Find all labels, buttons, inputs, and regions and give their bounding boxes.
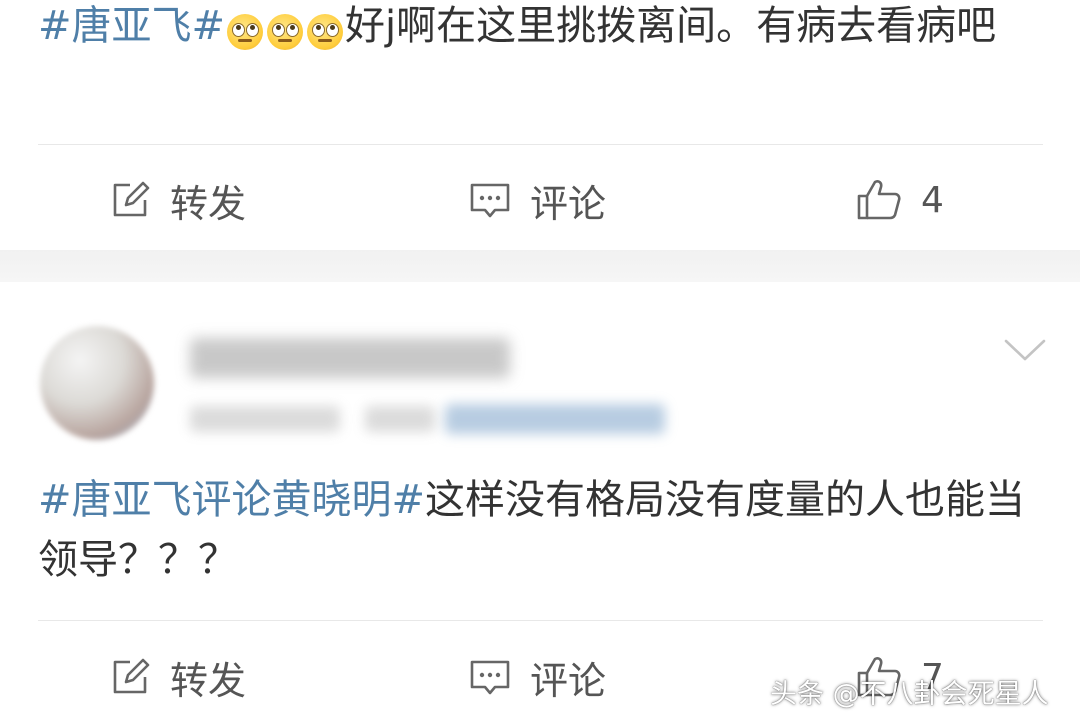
divider bbox=[38, 144, 1043, 145]
chevron-down-icon[interactable] bbox=[1003, 338, 1047, 364]
comment-label: 评论 bbox=[530, 658, 607, 703]
eye-roll-emoji-icon bbox=[227, 14, 264, 50]
watermark-text: 头条 @不八卦会死星人 bbox=[770, 679, 1049, 710]
comment-button[interactable]: 评论 bbox=[468, 632, 606, 722]
divider bbox=[38, 620, 1043, 621]
post-body-text: 好j啊在这里挑拨离间。有病去看病吧 bbox=[345, 3, 997, 49]
action-bar: 转发 评论 4 bbox=[0, 155, 1080, 245]
like-count: 4 bbox=[921, 179, 944, 221]
comment-label: 评论 bbox=[530, 181, 607, 226]
emoji-group bbox=[225, 0, 345, 60]
eye-roll-emoji-icon bbox=[267, 14, 304, 50]
post-text: #唐亚飞# 好j啊在这里挑拨离间。有病去看病吧 bbox=[38, 0, 1043, 60]
avatar[interactable] bbox=[40, 326, 154, 440]
edit-icon bbox=[113, 658, 150, 694]
hashtag-link[interactable]: #唐亚飞# bbox=[38, 3, 225, 49]
comment-button[interactable]: 评论 bbox=[468, 155, 606, 245]
repost-button[interactable]: 转发 bbox=[108, 155, 246, 245]
timestamp-blurred bbox=[190, 406, 340, 432]
post-text: #唐亚飞评论黄晓明#这样没有格局没有度量的人也能当领导？？？ bbox=[38, 470, 1043, 590]
like-button[interactable]: 4 bbox=[855, 155, 944, 245]
repost-label: 转发 bbox=[170, 658, 247, 703]
post-card-1: #唐亚飞# 好j啊在这里挑拨离间。有病去看病吧 转发 评论 4 bbox=[0, 0, 1080, 250]
source-prefix-blurred bbox=[365, 406, 435, 432]
hashtag-link[interactable]: #唐亚飞评论黄晓明# bbox=[38, 477, 425, 523]
edit-icon bbox=[113, 181, 150, 217]
thumbs-up-icon bbox=[857, 180, 901, 220]
eye-roll-emoji-icon bbox=[307, 14, 344, 50]
comment-icon bbox=[470, 660, 510, 695]
username-blurred[interactable] bbox=[190, 338, 510, 378]
comment-icon bbox=[470, 183, 510, 218]
repost-label: 转发 bbox=[170, 181, 247, 226]
repost-button[interactable]: 转发 bbox=[108, 632, 246, 722]
card-separator bbox=[0, 250, 1080, 282]
device-source-blurred bbox=[445, 404, 665, 434]
